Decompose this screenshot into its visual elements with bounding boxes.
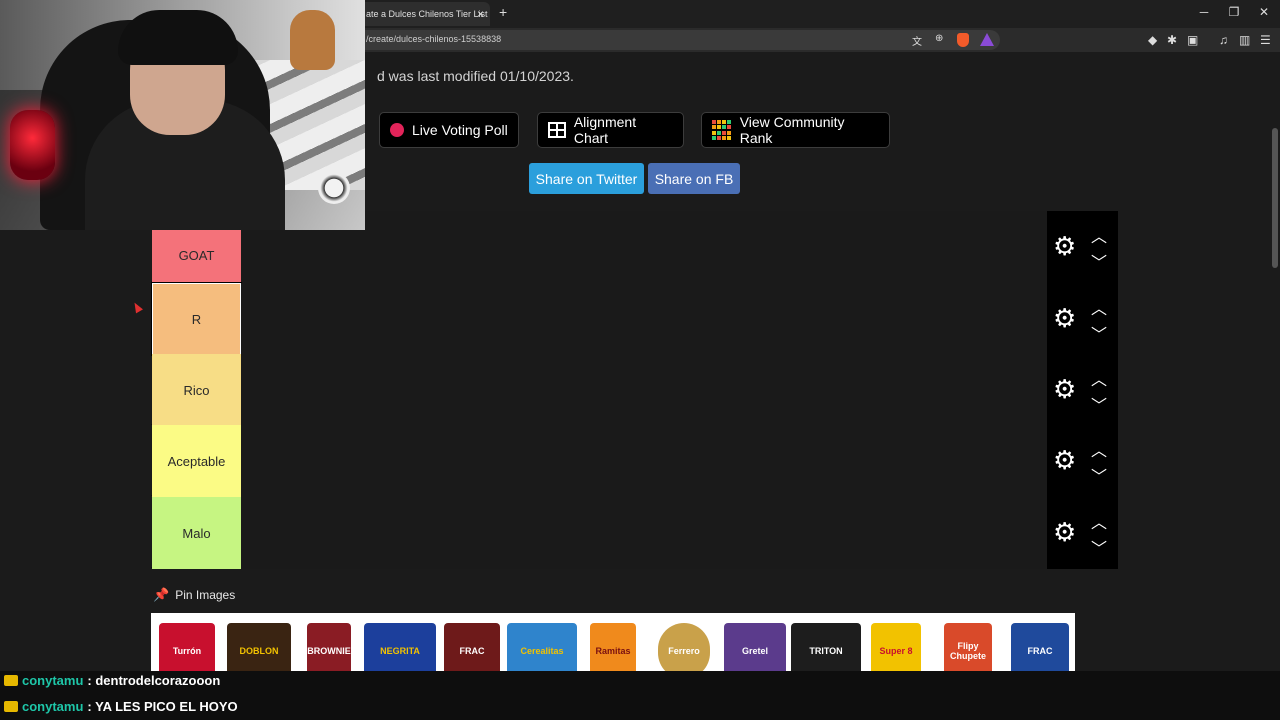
pin-icon: 📌 <box>153 587 170 602</box>
gear-icon[interactable]: ⚙ <box>1053 519 1076 545</box>
tab-title: ate a Dulces Chilenos Tier List <box>366 9 488 19</box>
tier-controls: ⚙ ︿ ﹀ <box>1047 283 1118 355</box>
tier-drop-zone[interactable] <box>241 283 1047 355</box>
tier-label[interactable]: Malo <box>152 497 241 569</box>
tier-label[interactable]: GOAT <box>152 228 241 282</box>
tier-label[interactable]: Rico <box>152 354 241 426</box>
tier-row: Rico ⚙ ︿ ﹀ <box>151 354 1118 426</box>
community-rank-icon <box>712 120 732 140</box>
minimize-button[interactable]: ─ <box>1197 5 1211 19</box>
brave-rewards-icon[interactable] <box>980 33 994 46</box>
tier-controls: ⚙ ︿ ﹀ <box>1047 425 1118 497</box>
poll-dot-icon <box>390 123 404 137</box>
alignment-grid-icon <box>548 122 566 138</box>
tier-label-editing[interactable]: R <box>151 282 242 356</box>
gear-icon[interactable]: ⚙ <box>1053 376 1076 402</box>
tier-table: GOAT ⚙ ︿ ﹀ R ⚙ ︿ ﹀ Rico ⚙ ︿ ﹀ Aceptable … <box>151 211 1118 569</box>
chat-text: : dentrodelcorazooon <box>87 673 221 688</box>
brave-shields-icon[interactable] <box>957 33 969 47</box>
tier-row: Aceptable ⚙ ︿ ﹀ <box>151 425 1118 497</box>
zoom-icon[interactable]: ⊕ <box>935 33 943 44</box>
chevron-down-icon[interactable]: ﹀ <box>1091 463 1107 487</box>
browser-tab[interactable]: ate a Dulces Chilenos Tier List × <box>352 2 490 26</box>
menu-icon[interactable]: ☰ <box>1260 33 1271 47</box>
leo-icon[interactable]: ◆ <box>1148 33 1157 47</box>
close-window-button[interactable]: ✕ <box>1257 5 1271 19</box>
chevron-up-icon[interactable]: ︿ <box>1091 223 1107 247</box>
alignment-chart-button[interactable]: Alignment Chart <box>537 112 684 148</box>
webcam-ball <box>318 172 350 204</box>
view-community-rank-label: View Community Rank <box>739 114 845 146</box>
view-community-rank-button[interactable]: View Community Rank <box>701 112 890 148</box>
tier-controls: ⚙ ︿ ﹀ <box>1047 354 1118 426</box>
crown-badge-icon <box>4 701 18 712</box>
tier-controls: ⚙ ︿ ﹀ <box>1047 497 1118 569</box>
url-text: /create/dulces-chilenos-15538838 <box>366 34 502 44</box>
tier-drop-zone[interactable] <box>241 425 1047 497</box>
chevron-up-icon[interactable]: ︿ <box>1091 509 1107 533</box>
live-voting-poll-button[interactable]: Live Voting Poll <box>379 112 519 148</box>
crown-badge-icon <box>4 675 18 686</box>
tier-label[interactable]: Aceptable <box>152 425 241 497</box>
last-modified-text: d was last modified 01/10/2023. <box>377 68 574 84</box>
tier-controls: ⚙ ︿ ﹀ <box>1047 211 1118 283</box>
url-field[interactable]: /create/dulces-chilenos-15538838 文 ⊕ <box>350 30 1000 50</box>
chat-username: conytamu <box>22 699 84 714</box>
chevron-down-icon[interactable]: ﹀ <box>1091 249 1107 273</box>
scrollbar-thumb[interactable] <box>1272 128 1278 268</box>
chat-message: conytamu : dentrodelcorazooon <box>4 673 220 688</box>
tier-row: Malo ⚙ ︿ ﹀ <box>151 497 1118 569</box>
webcam-toy <box>290 10 335 70</box>
chat-text: : YA LES PICO EL HOYO <box>87 699 238 714</box>
page-scrollbar[interactable] <box>1270 52 1280 688</box>
share-fb-button[interactable]: Share on FB <box>648 163 740 194</box>
webcam-microphone <box>10 110 55 180</box>
gear-icon[interactable]: ⚙ <box>1053 233 1076 259</box>
tab-close-icon[interactable]: × <box>477 7 484 21</box>
gear-icon[interactable]: ⚙ <box>1053 447 1076 473</box>
media-icon[interactable]: ♫ <box>1219 33 1228 47</box>
tier-drop-zone[interactable] <box>241 354 1047 426</box>
chat-message: conytamu : YA LES PICO EL HOYO <box>4 699 238 714</box>
pin-images-toggle[interactable]: 📌 Pin Images <box>153 587 235 603</box>
live-voting-poll-label: Live Voting Poll <box>412 122 508 138</box>
new-tab-button[interactable]: + <box>499 4 507 20</box>
webcam-overlay <box>0 0 365 230</box>
translate-icon[interactable]: 文 <box>912 33 922 48</box>
stream-chat-overlay: conytamu : dentrodelcorazooon conytamu :… <box>0 671 1280 720</box>
chevron-down-icon[interactable]: ﹀ <box>1091 392 1107 416</box>
maximize-button[interactable]: ❐ <box>1227 5 1241 19</box>
chevron-down-icon[interactable]: ﹀ <box>1091 321 1107 345</box>
extensions-icon[interactable]: ✱ <box>1167 33 1177 47</box>
sidebar-icon[interactable]: ▥ <box>1239 33 1250 47</box>
share-twitter-button[interactable]: Share on Twitter <box>529 163 644 194</box>
chat-username: conytamu <box>22 673 84 688</box>
tier-drop-zone[interactable] <box>241 497 1047 569</box>
chevron-up-icon[interactable]: ︿ <box>1091 437 1107 461</box>
mouse-cursor-icon <box>131 300 143 314</box>
chevron-up-icon[interactable]: ︿ <box>1091 366 1107 390</box>
webcam-hair <box>118 10 238 65</box>
chevron-down-icon[interactable]: ﹀ <box>1091 535 1107 559</box>
chevron-up-icon[interactable]: ︿ <box>1091 295 1107 319</box>
alignment-chart-label: Alignment Chart <box>573 114 637 146</box>
tier-row: R ⚙ ︿ ﹀ <box>151 282 1118 356</box>
pin-images-label: Pin Images <box>175 588 236 602</box>
gear-icon[interactable]: ⚙ <box>1053 305 1076 331</box>
wallet-icon[interactable]: ▣ <box>1187 33 1198 47</box>
